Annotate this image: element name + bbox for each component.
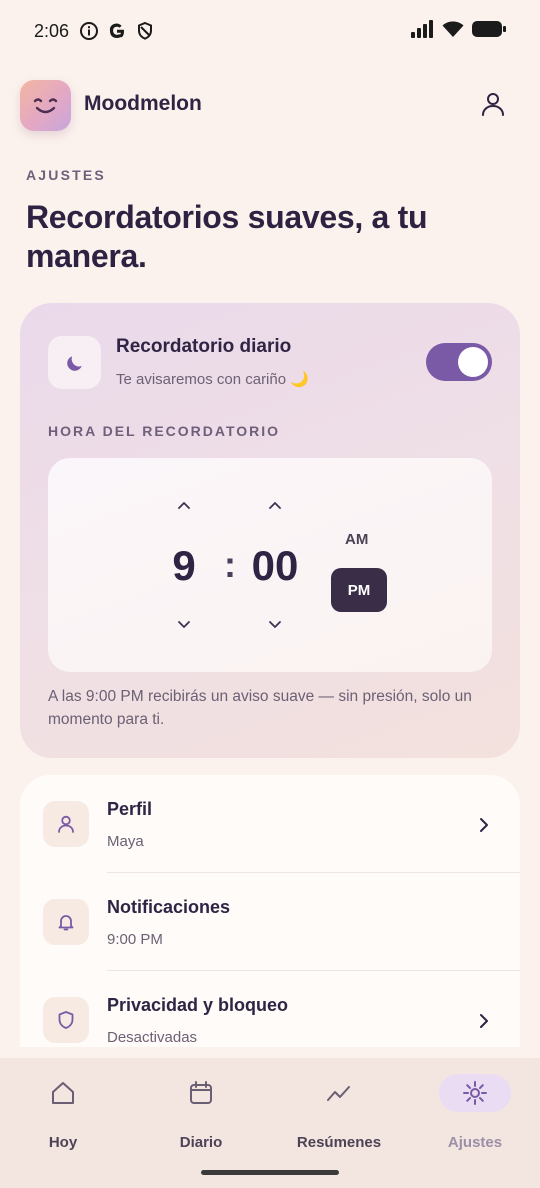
settings-row-title: Notificaciones <box>107 897 231 917</box>
wifi-icon <box>442 21 464 37</box>
status-indicators <box>410 20 506 38</box>
nav-icon-wrap <box>303 1074 375 1112</box>
settings-row-privacy[interactable]: Privacidad y bloqueo Desactivadas <box>20 971 520 1047</box>
nav-label: Diario <box>179 1134 223 1151</box>
settings-row-subtitle: 9:00 PM <box>107 931 163 948</box>
status-bar: 2:06 <box>0 0 540 64</box>
hour-up-chevron-icon[interactable] <box>176 500 192 510</box>
privacy-row-icon <box>43 997 89 1043</box>
nav-label: Hoy <box>48 1134 78 1151</box>
home-icon <box>52 1082 74 1104</box>
shield-icon <box>138 21 152 40</box>
reminder-help-text: A las 9:00 PM recibirás un aviso suave —… <box>48 688 472 728</box>
moon-icon <box>66 355 82 371</box>
settings-row-notifications[interactable]: Notificaciones 9:00 PM <box>20 873 520 971</box>
page-title: Recordatorios suaves, a tu manera. <box>26 199 428 274</box>
settings-row-subtitle: Desactivadas <box>107 1029 198 1046</box>
daily-reminder-card: Recordatorio diario Te avisaremos con ca… <box>20 303 520 758</box>
am-option[interactable]: AM <box>345 531 368 548</box>
settings-row-title: Perfil <box>107 799 153 819</box>
reminder-toggle[interactable] <box>426 343 492 381</box>
notifications-row-icon <box>43 899 89 945</box>
status-time: 2:06 <box>34 21 70 41</box>
pm-option[interactable]: PM <box>331 568 387 612</box>
nav-item-hoy[interactable]: Hoy <box>8 1072 118 1152</box>
minute-value[interactable]: 00 <box>243 542 307 590</box>
nav-label: Ajustes <box>447 1134 503 1151</box>
smile-face-icon <box>33 98 58 114</box>
google-icon <box>109 23 124 39</box>
chevron-right-icon <box>480 818 488 832</box>
gear-icon <box>463 1081 487 1105</box>
reminder-time-label: HORA DEL RECORDATORIO <box>48 423 281 439</box>
nav-icon-wrap <box>165 1074 237 1112</box>
settings-row-subtitle: Maya <box>107 833 144 850</box>
nav-item-resumenes[interactable]: Resúmenes <box>284 1072 394 1152</box>
moon-badge <box>48 336 101 389</box>
settings-list: Perfil Maya Notificaciones 9:00 PM Priva… <box>20 775 520 1047</box>
nav-item-ajustes[interactable]: Ajustes <box>420 1072 530 1152</box>
shield-icon <box>58 1011 74 1029</box>
time-separator: : <box>224 544 236 585</box>
app-name: Moodmelon <box>84 92 202 115</box>
hour-down-chevron-icon[interactable] <box>176 620 192 630</box>
settings-row-profile[interactable]: Perfil Maya <box>20 775 520 873</box>
signal-icon <box>411 20 433 38</box>
profile-button[interactable] <box>480 91 506 117</box>
home-indicator <box>201 1170 339 1175</box>
nav-item-diario[interactable]: Diario <box>146 1072 256 1152</box>
nav-icon-wrap <box>439 1074 511 1112</box>
chevron-right-icon <box>480 1014 488 1028</box>
calendar-icon <box>190 1081 212 1104</box>
nav-label: Resúmenes <box>296 1134 382 1151</box>
time-picker: 9 : 00 AM PM <box>48 458 492 672</box>
user-icon <box>58 815 74 833</box>
trend-icon <box>327 1086 350 1101</box>
app-logo <box>20 80 71 131</box>
toggle-knob <box>458 347 488 377</box>
profile-row-icon <box>43 801 89 847</box>
bell-icon <box>58 915 74 931</box>
minute-up-chevron-icon[interactable] <box>267 500 283 510</box>
settings-row-title: Privacidad y bloqueo <box>107 995 289 1015</box>
minute-down-chevron-icon[interactable] <box>267 620 283 630</box>
bottom-nav: Hoy Diario Resúmenes Ajustes <box>0 1058 540 1188</box>
reminder-subtitle: Te avisaremos con cariño 🌙 <box>116 371 309 388</box>
battery-icon <box>472 21 506 37</box>
reminder-title: Recordatorio diario <box>116 336 292 357</box>
section-eyebrow: AJUSTES <box>26 167 106 183</box>
nav-icon-wrap <box>27 1074 99 1112</box>
info-icon <box>80 22 98 40</box>
hour-value[interactable]: 9 <box>158 542 210 590</box>
